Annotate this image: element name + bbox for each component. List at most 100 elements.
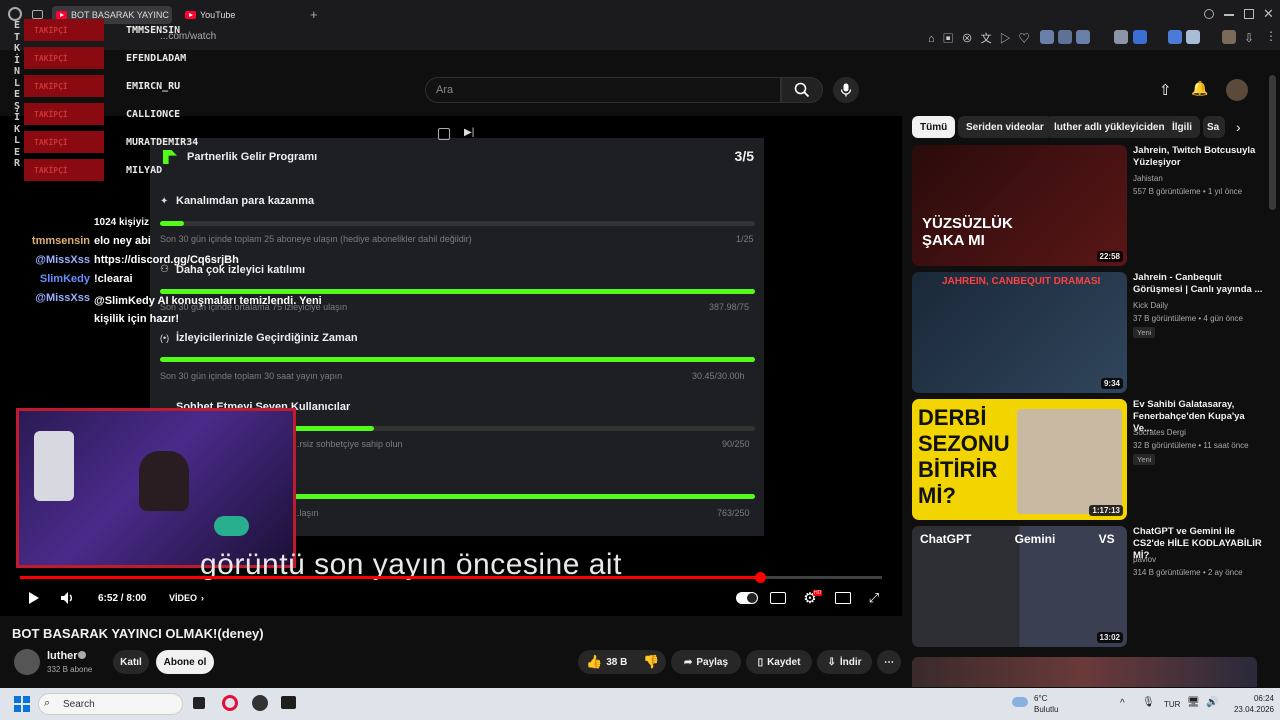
follower-tag: TAKİPÇİ xyxy=(24,131,104,153)
chip-related[interactable]: İlgili xyxy=(1164,116,1200,138)
extension-icon[interactable] xyxy=(1186,30,1200,44)
downloads-icon[interactable]: ⇩ xyxy=(1244,31,1254,45)
close-icon[interactable]: ✕ xyxy=(1263,6,1274,22)
extension-icon[interactable] xyxy=(1114,30,1128,44)
skip-icon[interactable]: ▶| xyxy=(464,127,474,138)
autoplay-toggle[interactable] xyxy=(736,592,758,604)
follower-name: CALLIONCE xyxy=(126,108,181,120)
windows-start-icon[interactable] xyxy=(14,696,30,712)
new-tab-button[interactable]: + xyxy=(310,7,318,22)
minimize-icon[interactable] xyxy=(1224,14,1234,16)
download-button[interactable]: ⇩ İndir xyxy=(817,650,872,674)
rec-thumbnail[interactable]: YÜZSÜZLÜK ŞAKA MI 22:58 xyxy=(912,145,1127,266)
maximize-icon[interactable] xyxy=(1244,9,1254,19)
app-icon[interactable] xyxy=(252,695,268,711)
microphone-icon[interactable]: 🎙 xyxy=(1142,697,1155,708)
letter: E xyxy=(13,20,21,31)
time-display: 6:52 / 8:00 xyxy=(98,592,147,604)
task-view-icon[interactable] xyxy=(193,697,205,709)
chapter-button[interactable]: VİDEO › xyxy=(169,589,204,607)
address-action-icons[interactable]: ⌂▣⊗文▷♡ xyxy=(928,30,1038,46)
speaker-icon[interactable]: 🔊 xyxy=(1206,697,1218,708)
video-title: BOT BASARAK YAYINCI OLMAK!(deney) xyxy=(12,626,264,641)
rec-channel[interactable]: Jahistan xyxy=(1133,174,1163,183)
avatar-icon[interactable] xyxy=(1222,30,1236,44)
extension-icon[interactable] xyxy=(1133,30,1147,44)
letter: E xyxy=(13,146,21,158)
rec-title[interactable]: Jahrein - Canbequit Görüşmesi | Canlı ya… xyxy=(1133,272,1263,296)
opera-icon[interactable] xyxy=(222,695,238,711)
chip-all[interactable]: Tümü xyxy=(912,116,956,138)
scrollbar[interactable] xyxy=(1269,75,1276,210)
seek-bar[interactable] xyxy=(20,576,882,579)
seek-handle[interactable] xyxy=(754,572,766,583)
more-actions-icon[interactable]: ⋯ xyxy=(877,650,901,674)
like-icon[interactable]: 👍 xyxy=(586,654,602,670)
chip-series[interactable]: Seriden videolar xyxy=(958,116,1052,138)
share-button[interactable]: ➦ Paylaş xyxy=(671,650,741,674)
chevron-right-icon[interactable]: › xyxy=(1236,119,1241,135)
letter: K xyxy=(13,123,21,135)
rec-title[interactable]: Jahrein, Twitch Botcusuyla Yüzleşiyor xyxy=(1133,145,1263,169)
volume-icon xyxy=(60,592,72,604)
terminal-icon[interactable] xyxy=(281,696,296,709)
join-button[interactable]: Katıl xyxy=(113,650,149,674)
section-desc: Son 30 gün içinde toplam 25 aboneye ulaş… xyxy=(160,234,472,244)
chip-more[interactable]: Sa xyxy=(1203,116,1225,138)
search-tabs-icon[interactable] xyxy=(1204,9,1214,19)
clock-time[interactable]: 06:24 xyxy=(1234,694,1274,703)
chip-uploader[interactable]: luther adlı yükleyiciden xyxy=(1046,116,1173,138)
clock-date[interactable]: 23.04.2026 xyxy=(1224,705,1274,714)
follower-row: TAKİPÇİ TMMSENSIN xyxy=(24,18,204,42)
language-indicator[interactable]: TUR xyxy=(1164,700,1180,709)
search-button[interactable] xyxy=(781,77,823,103)
subscriber-count: 332 B abone xyxy=(47,665,93,674)
like-count[interactable]: 38 B xyxy=(606,657,627,668)
extension-icon[interactable] xyxy=(1076,30,1090,44)
more-menu-icon[interactable]: ⋮ xyxy=(1265,29,1277,43)
search-input[interactable]: Ara xyxy=(425,77,781,103)
subscribe-button[interactable]: Abone ol xyxy=(156,650,214,674)
dislike-icon[interactable]: 👎 xyxy=(643,654,659,670)
play-button[interactable] xyxy=(25,589,43,607)
voice-search-button[interactable] xyxy=(833,77,859,103)
rec-channel[interactable]: Socrates Dergi xyxy=(1133,428,1186,437)
rec-thumbnail[interactable]: ChatGPT Gemini VS 13:02 xyxy=(912,526,1127,647)
chevron-up-icon[interactable]: ^ xyxy=(1120,698,1125,709)
fullscreen-icon[interactable]: ⤢ xyxy=(866,589,882,607)
progress-fill xyxy=(160,221,184,226)
channel-avatar[interactable] xyxy=(14,649,40,675)
extension-icon[interactable] xyxy=(1058,30,1072,44)
rec-meta: 37 B görüntüleme • 4 gün önce xyxy=(1133,314,1243,323)
rec-thumbnail-partial[interactable] xyxy=(912,657,1257,687)
taskbar-search[interactable]: Search xyxy=(38,693,183,715)
share-label: Paylaş xyxy=(696,656,729,668)
chat-user: tmmsensin xyxy=(31,235,90,247)
browser-menu-icon[interactable] xyxy=(8,7,22,21)
taskbar-search-label: Search xyxy=(63,698,95,710)
sparkle-icon: ✦ xyxy=(160,196,169,207)
search-icon xyxy=(794,82,810,98)
upload-icon[interactable]: ⇧ xyxy=(1159,81,1172,99)
section-desc: ...rsiz sohbetçiye sahip olun xyxy=(292,439,403,449)
miniplayer-icon[interactable] xyxy=(835,592,851,604)
follower-row: TAKİPÇİ MURATDEMIR34 xyxy=(24,130,204,154)
subtitles-icon[interactable] xyxy=(770,592,786,604)
rec-thumbnail[interactable]: DERBİ SEZONU BİTİRİR Mİ? 1:17:13 xyxy=(912,399,1127,520)
extension-icon[interactable] xyxy=(1168,30,1182,44)
rec-thumbnail[interactable]: JAHREIN, CANBEQUIT DRAMASI 9:34 xyxy=(912,272,1127,393)
volume-button[interactable] xyxy=(58,589,76,607)
letter: İ xyxy=(13,112,21,123)
extension-icon[interactable] xyxy=(1040,30,1054,44)
notifications-bell-icon[interactable]: 🔔 xyxy=(1191,80,1208,97)
channel-name[interactable]: luther xyxy=(47,650,78,662)
account-avatar[interactable] xyxy=(1226,79,1248,101)
save-button[interactable]: ▯ Kaydet xyxy=(746,650,812,674)
partner-count: 3/5 xyxy=(734,148,754,164)
chat-message: !clearai xyxy=(94,273,133,285)
rec-channel[interactable]: pavlov xyxy=(1133,555,1156,564)
rec-channel[interactable]: Kick Daily xyxy=(1133,301,1168,310)
letter: N xyxy=(13,66,21,77)
pip-icon[interactable] xyxy=(438,128,450,140)
network-icon[interactable]: 🖥 xyxy=(1187,697,1200,708)
